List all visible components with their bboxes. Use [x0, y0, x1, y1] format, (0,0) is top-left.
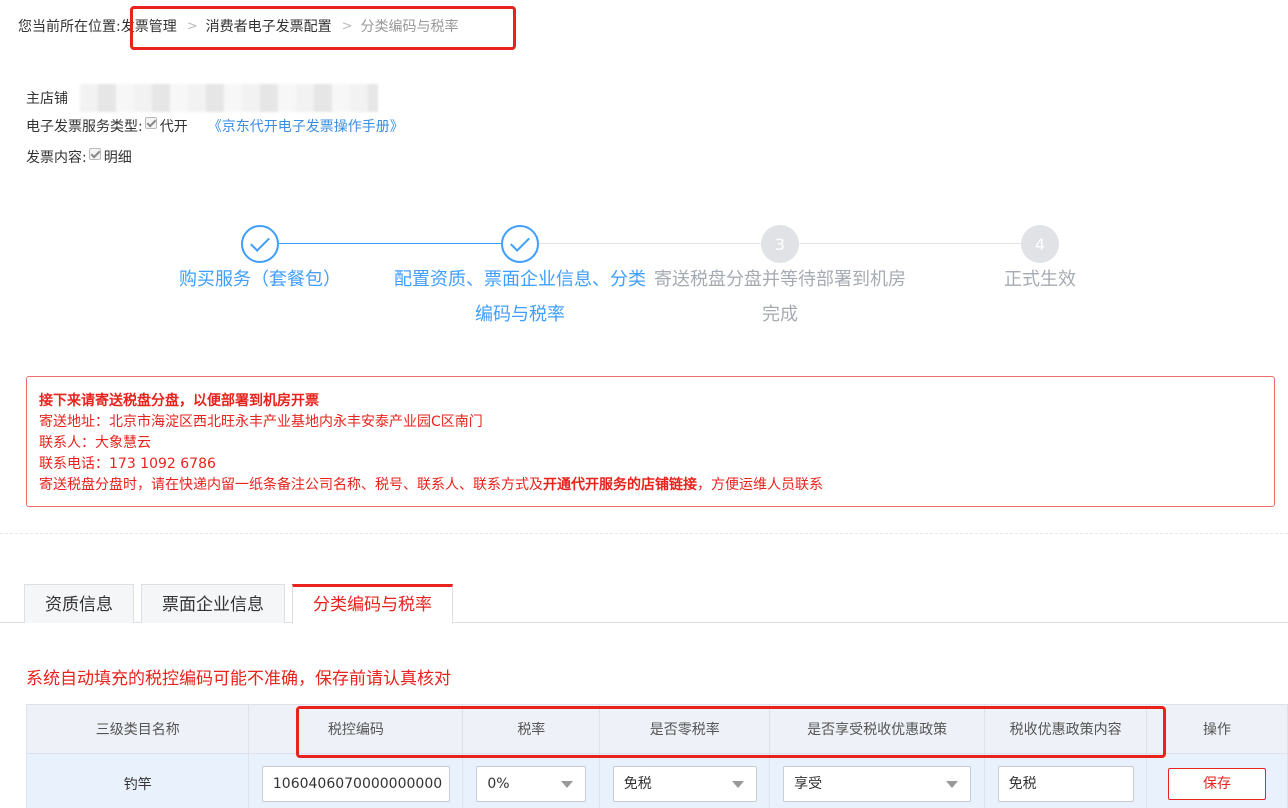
- table-row: 钓竿 1060406070000000000 0% 免税 享受 免税 保存: [25, 753, 1288, 808]
- step-4-number: 4: [1021, 225, 1059, 263]
- cell-policy-content: 免税: [984, 753, 1148, 808]
- service-type-row: 电子发票服务类型: 代开 《京东代开电子发票操作手册》: [26, 116, 404, 136]
- notice-address: 寄送地址：北京市海淀区西北旺永丰产业基地内永丰安泰产业园C区南门: [39, 414, 483, 430]
- breadcrumb: 您当前所在位置: 发票管理 > 消费者电子发票配置 > 分类编码与税率: [18, 14, 459, 38]
- col-header-enjoy-policy: 是否享受税收优惠政策: [769, 704, 986, 754]
- section-divider: [0, 533, 1288, 534]
- breadcrumb-item-current: 分类编码与税率: [360, 19, 459, 35]
- save-button[interactable]: 保存: [1168, 767, 1267, 800]
- step-connector-2: [539, 243, 761, 244]
- col-header-category: 三级类目名称: [25, 704, 250, 754]
- tab-bar: 资质信息 票面企业信息 分类编码与税率: [24, 584, 460, 624]
- notice-contact: 联系人：大象慧云: [39, 435, 151, 451]
- step-3-number: 3: [761, 225, 799, 263]
- chevron-right-icon: >: [341, 18, 353, 34]
- caret-down-icon: [731, 780, 744, 788]
- step-connector-3: [799, 243, 1021, 244]
- step-2-check-icon: [501, 225, 539, 263]
- invoice-content-option: 明细: [103, 150, 132, 166]
- progress-steps: 3 4 购买服务（套餐包） 配置资质、票面企业信息、分类 编码与税率 寄送税盘分…: [0, 220, 1288, 340]
- invoice-content-label: 发票内容:: [26, 150, 87, 166]
- shipping-notice: 接下来请寄送税盘分盘，以便部署到机房开票 寄送地址：北京市海淀区西北旺永丰产业基…: [26, 376, 1275, 507]
- breadcrumb-item-invoice-management[interactable]: 发票管理: [121, 16, 177, 36]
- cell-category: 钓竿: [25, 753, 250, 808]
- service-type-label: 电子发票服务类型:: [26, 119, 143, 135]
- cell-tax-rate: 0%: [462, 753, 601, 808]
- service-type-option: 代开: [159, 119, 188, 135]
- service-type-checkbox[interactable]: [144, 117, 157, 129]
- step-connector-1: [279, 243, 501, 244]
- auto-fill-warning: 系统自动填充的税控编码可能不准确，保存前请认真核对: [26, 669, 451, 689]
- zero-rate-select[interactable]: 免税: [612, 765, 757, 802]
- tax-rate-select[interactable]: 0%: [476, 765, 587, 802]
- breadcrumb-item-consumer-e-invoice-config[interactable]: 消费者电子发票配置: [206, 16, 332, 36]
- col-header-policy-content: 税收优惠政策内容: [984, 704, 1148, 754]
- step-3-title: 寄送税盘分盘并等待部署到机房 完成: [654, 269, 906, 325]
- notice-phone: 联系电话：173 1092 6786: [39, 456, 216, 472]
- invoice-content-row: 发票内容: 明细: [26, 147, 132, 167]
- enjoy-policy-select[interactable]: 享受: [783, 765, 972, 802]
- step-2-title: 配置资质、票面企业信息、分类 编码与税率: [394, 269, 646, 325]
- col-header-tax-rate: 税率: [462, 704, 601, 754]
- tax-code-input[interactable]: 1060406070000000000: [261, 765, 450, 802]
- tax-code-table: 三级类目名称 税控编码 税率 是否零税率 是否享受税收优惠政策 税收优惠政策内容…: [25, 704, 1288, 808]
- chevron-right-icon: >: [186, 18, 198, 34]
- cell-enjoy-policy: 享受: [769, 753, 986, 808]
- tab-invoice-company-info[interactable]: 票面企业信息: [141, 584, 285, 623]
- redacted-shop-name: [80, 84, 378, 112]
- cell-action: 保存: [1146, 753, 1288, 808]
- col-header-action: 操作: [1146, 704, 1288, 754]
- col-header-tax-code: 税控编码: [248, 704, 464, 754]
- table-header-row: 三级类目名称 税控编码 税率 是否零税率 是否享受税收优惠政策 税收优惠政策内容…: [25, 704, 1288, 754]
- cell-tax-code: 1060406070000000000: [248, 753, 464, 808]
- breadcrumb-prefix: 您当前所在位置:: [18, 19, 121, 35]
- policy-content-input[interactable]: 免税: [997, 765, 1134, 802]
- manual-link[interactable]: 《京东代开电子发票操作手册》: [208, 116, 404, 136]
- step-1-title: 购买服务（套餐包）: [179, 269, 341, 290]
- col-header-zero-rate: 是否零税率: [599, 704, 771, 754]
- notice-title: 接下来请寄送税盘分盘，以便部署到机房开票: [39, 393, 319, 409]
- tab-category-code-tax-rate[interactable]: 分类编码与税率: [292, 584, 453, 624]
- notice-tip: 寄送税盘分盘时，请在快递内留一纸条备注公司名称、税号、联系人、联系方式及开通代开…: [39, 477, 823, 493]
- main-shop-row: 主店铺: [26, 84, 378, 112]
- caret-down-icon: [946, 780, 959, 788]
- tab-qualification-info[interactable]: 资质信息: [24, 584, 134, 623]
- invoice-content-checkbox[interactable]: [88, 148, 101, 160]
- caret-down-icon: [561, 780, 574, 788]
- step-4-title: 正式生效: [1004, 269, 1076, 290]
- step-1-check-icon: [241, 225, 279, 263]
- cell-zero-rate: 免税: [599, 753, 771, 808]
- main-shop-label: 主店铺: [26, 91, 68, 107]
